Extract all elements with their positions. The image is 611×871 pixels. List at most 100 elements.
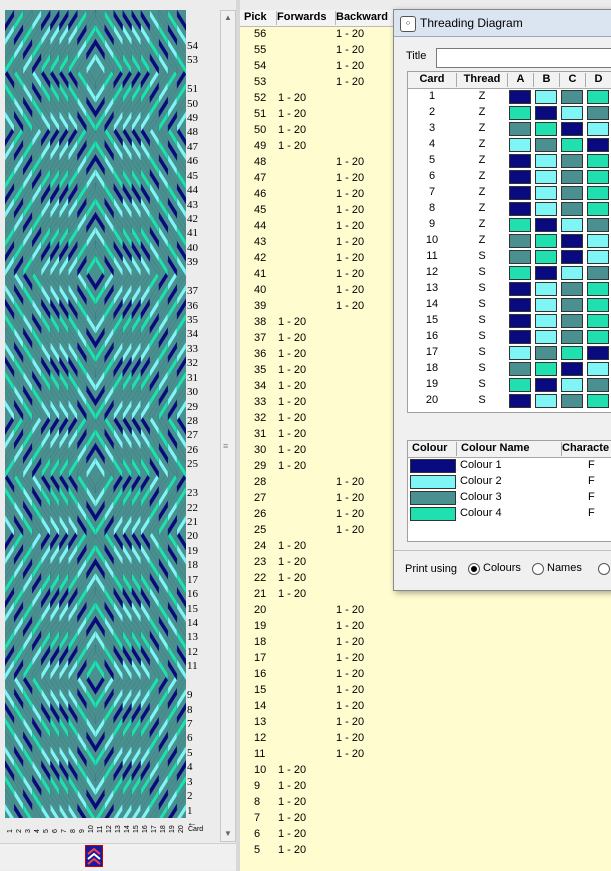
hole-a-swatch[interactable] (509, 266, 531, 280)
hole-b-swatch[interactable] (535, 298, 557, 312)
pick-row[interactable]: 18 1 - 20 (240, 635, 611, 651)
hole-b-swatch[interactable] (535, 378, 557, 392)
hole-a-swatch[interactable] (509, 250, 531, 264)
pick-row[interactable]: 20 1 - 20 (240, 603, 611, 619)
print-colours-label[interactable]: Colours (483, 562, 521, 574)
card-row[interactable]: 19 S (408, 377, 611, 393)
forwards-column-header[interactable]: Forwards (273, 11, 336, 25)
hole-b-swatch[interactable] (535, 282, 557, 296)
thread-direction[interactable]: Z (457, 154, 507, 166)
pick-row[interactable]: 14 1 - 20 (240, 699, 611, 715)
card-row[interactable]: 20 S (408, 393, 611, 409)
card-row[interactable]: 10 Z (408, 233, 611, 249)
hole-a-swatch[interactable] (509, 90, 531, 104)
thread-direction[interactable]: Z (457, 170, 507, 182)
thread-direction[interactable]: Z (457, 106, 507, 118)
hole-b-swatch[interactable] (535, 186, 557, 200)
card-row[interactable]: 5 Z (408, 153, 611, 169)
print-colours-radio[interactable] (468, 563, 480, 575)
pick-row[interactable]: 19 1 - 20 (240, 619, 611, 635)
hole-a-swatch[interactable] (509, 218, 531, 232)
hole-a-swatch[interactable] (509, 394, 531, 408)
thread-direction[interactable]: S (457, 394, 507, 406)
hole-c-swatch[interactable] (561, 154, 583, 168)
pick-row[interactable]: 12 1 - 20 (240, 731, 611, 747)
hole-a-swatch[interactable] (509, 106, 531, 120)
hole-d-swatch[interactable] (587, 234, 609, 248)
hole-c-swatch[interactable] (561, 330, 583, 344)
hole-d-swatch[interactable] (587, 90, 609, 104)
hole-b-swatch[interactable] (535, 122, 557, 136)
hole-b-swatch[interactable] (535, 330, 557, 344)
hole-c-swatch[interactable] (561, 266, 583, 280)
thread-direction[interactable]: S (457, 266, 507, 278)
card-row[interactable]: 15 S (408, 313, 611, 329)
card-row[interactable]: 8 Z (408, 201, 611, 217)
card-row[interactable]: 3 Z (408, 121, 611, 137)
hole-a-swatch[interactable] (509, 138, 531, 152)
title-input[interactable] (436, 48, 611, 68)
thread-direction[interactable]: S (457, 314, 507, 326)
card-row[interactable]: 6 Z (408, 169, 611, 185)
hole-a-swatch[interactable] (509, 186, 531, 200)
card-row[interactable]: 11 S (408, 249, 611, 265)
hole-b-swatch[interactable] (535, 106, 557, 120)
hole-c-swatch[interactable] (561, 298, 583, 312)
hole-d-swatch[interactable] (587, 394, 609, 408)
thread-direction[interactable]: S (457, 330, 507, 342)
colour-row[interactable]: Colour 3 F (408, 490, 611, 506)
thread-direction[interactable]: Z (457, 218, 507, 230)
hole-b-swatch[interactable] (535, 266, 557, 280)
hole-d-swatch[interactable] (587, 218, 609, 232)
hole-d-swatch[interactable] (587, 122, 609, 136)
colour-swatch[interactable] (410, 475, 456, 489)
hole-c-swatch[interactable] (561, 186, 583, 200)
pick-row[interactable]: 13 1 - 20 (240, 715, 611, 731)
pick-row[interactable]: 10 1 - 20 (240, 763, 611, 779)
hole-d-swatch[interactable] (587, 186, 609, 200)
pattern-thumbnail-icon[interactable] (85, 845, 103, 867)
hole-b-swatch[interactable] (535, 218, 557, 232)
hole-a-swatch[interactable] (509, 298, 531, 312)
card-row[interactable]: 14 S (408, 297, 611, 313)
card-row[interactable]: 13 S (408, 281, 611, 297)
thread-direction[interactable]: S (457, 346, 507, 358)
hole-a-swatch[interactable] (509, 346, 531, 360)
hole-d-swatch[interactable] (587, 202, 609, 216)
colour-row[interactable]: Colour 2 F (408, 474, 611, 490)
hole-a-swatch[interactable] (509, 170, 531, 184)
hole-d-swatch[interactable] (587, 250, 609, 264)
colour-row[interactable]: Colour 1 F (408, 458, 611, 474)
card-row[interactable]: 7 Z (408, 185, 611, 201)
hole-c-swatch[interactable] (561, 394, 583, 408)
hole-c-swatch[interactable] (561, 234, 583, 248)
hole-d-swatch[interactable] (587, 378, 609, 392)
hole-d-swatch[interactable] (587, 298, 609, 312)
card-row[interactable]: 1 Z (408, 89, 611, 105)
hole-c-swatch[interactable] (561, 106, 583, 120)
hole-c-swatch[interactable] (561, 314, 583, 328)
pick-row[interactable]: 8 1 - 20 (240, 795, 611, 811)
hole-a-swatch[interactable] (509, 234, 531, 248)
pick-row[interactable]: 17 1 - 20 (240, 651, 611, 667)
hole-b-swatch[interactable] (535, 234, 557, 248)
hole-c-swatch[interactable] (561, 90, 583, 104)
thread-direction[interactable]: S (457, 362, 507, 374)
hole-b-swatch[interactable] (535, 154, 557, 168)
hole-d-swatch[interactable] (587, 330, 609, 344)
hole-c-swatch[interactable] (561, 378, 583, 392)
colour-row[interactable]: Colour 4 F (408, 506, 611, 522)
thread-direction[interactable]: S (457, 250, 507, 262)
print-names-radio[interactable] (532, 563, 544, 575)
pick-row[interactable]: 9 1 - 20 (240, 779, 611, 795)
hole-b-swatch[interactable] (535, 346, 557, 360)
scroll-up-icon[interactable]: ▲ (221, 11, 235, 25)
thread-direction[interactable]: Z (457, 122, 507, 134)
pick-row[interactable]: 6 1 - 20 (240, 827, 611, 843)
thread-direction[interactable]: S (457, 298, 507, 310)
thread-direction[interactable]: S (457, 282, 507, 294)
hole-b-swatch[interactable] (535, 362, 557, 376)
hole-a-swatch[interactable] (509, 202, 531, 216)
hole-b-swatch[interactable] (535, 202, 557, 216)
hole-d-swatch[interactable] (587, 282, 609, 296)
